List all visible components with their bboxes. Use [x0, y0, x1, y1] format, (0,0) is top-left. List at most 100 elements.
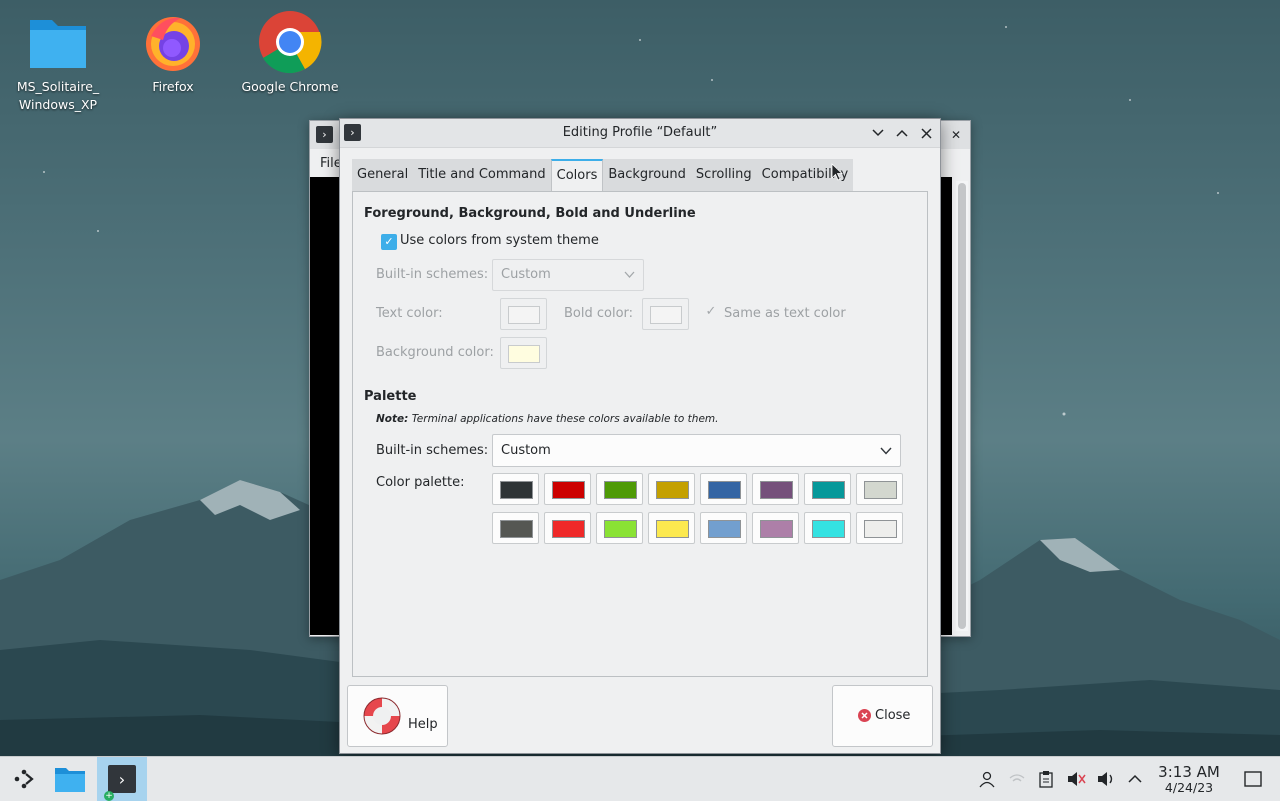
palette-color-button[interactable] [596, 512, 643, 544]
use-system-theme-label: Use colors from system theme [400, 233, 599, 248]
palette-color-button[interactable] [752, 473, 799, 505]
taskbar-file-manager[interactable] [46, 757, 94, 801]
help-label: Help [408, 717, 438, 732]
firefox-icon [141, 10, 205, 74]
desktop-icon-label: Firefox [152, 79, 194, 94]
scrollbar-thumb[interactable] [958, 183, 966, 629]
palette-section-title: Palette [364, 389, 417, 404]
palette-color-button[interactable] [492, 473, 539, 505]
palette-color-button[interactable] [856, 512, 903, 544]
palette-color-button[interactable] [648, 473, 695, 505]
dialog-title: Editing Profile “Default” [562, 125, 718, 140]
palette-color-button[interactable] [804, 512, 851, 544]
color-palette-label: Color palette: [376, 475, 465, 490]
palette-color-swatch [708, 481, 741, 499]
help-button[interactable]: Help [347, 685, 448, 747]
bold-color-swatch [650, 306, 682, 324]
palette-color-button[interactable] [648, 512, 695, 544]
launcher-icon [14, 769, 34, 789]
tray-expand-icon[interactable] [1124, 768, 1146, 790]
minimize-icon[interactable] [868, 123, 888, 143]
close-circle-icon [858, 709, 871, 722]
application-launcher[interactable] [0, 757, 48, 801]
volume-icon[interactable] [1095, 768, 1117, 790]
palette-color-button[interactable] [544, 512, 591, 544]
fg-builtin-schemes-label: Built-in schemes: [376, 267, 489, 282]
desktop-icon-google-chrome[interactable]: Google Chrome [235, 10, 345, 96]
clock[interactable]: 3:13 AM 4/24/23 [1152, 763, 1226, 796]
desktop-icon-label: Windows_XP [18, 97, 98, 112]
palette-color-button[interactable] [804, 473, 851, 505]
palette-note-bold: Note: [376, 413, 409, 425]
clipboard-icon[interactable] [1035, 768, 1057, 790]
tab-title-and-command[interactable]: Title and Command [413, 159, 550, 191]
palette-color-button[interactable] [544, 473, 591, 505]
palette-color-button[interactable] [700, 473, 747, 505]
taskbar-konsole[interactable]: › + [97, 757, 147, 801]
palette-color-swatch [760, 520, 793, 538]
tab-bar: General Title and Command Colors Backgro… [352, 159, 854, 191]
palette-color-swatch [864, 520, 897, 538]
same-as-text-checkbox[interactable]: ✓ [704, 305, 718, 319]
palette-builtin-schemes-value: Custom [501, 443, 551, 458]
close-icon[interactable]: ✕ [946, 125, 966, 145]
fg-builtin-schemes-value: Custom [501, 267, 551, 282]
palette-color-swatch [760, 481, 793, 499]
palette-color-swatch [500, 520, 533, 538]
user-icon[interactable] [976, 768, 998, 790]
palette-color-button[interactable] [752, 512, 799, 544]
palette-color-swatch [708, 520, 741, 538]
network-icon[interactable] [1006, 768, 1028, 790]
palette-color-button[interactable] [596, 473, 643, 505]
scrollbar[interactable] [956, 181, 968, 631]
clock-date: 4/24/23 [1164, 780, 1214, 795]
palette-color-swatch [552, 481, 585, 499]
same-as-text-label: Same as text color [724, 306, 846, 321]
tab-scrolling[interactable]: Scrolling [691, 159, 757, 191]
palette-builtin-schemes-combo[interactable]: Custom [492, 434, 901, 467]
chevron-down-icon [880, 441, 892, 458]
desktop-icon-label: MS_Solitaire_ [16, 79, 100, 94]
chevron-down-icon [624, 266, 635, 282]
desktop-icon-ms-solitaire[interactable]: MS_Solitaire_ Windows_XP [3, 10, 113, 114]
palette-color-swatch [864, 481, 897, 499]
palette-color-swatch [604, 520, 637, 538]
fg-section-title: Foreground, Background, Bold and Underli… [364, 206, 696, 221]
background-color-button[interactable] [500, 337, 547, 369]
palette-color-swatch [604, 481, 637, 499]
mute-icon[interactable] [1065, 768, 1087, 790]
palette-color-button[interactable] [700, 512, 747, 544]
palette-color-swatch [656, 520, 689, 538]
palette-builtin-schemes-label: Built-in schemes: [376, 443, 489, 458]
bold-color-button[interactable] [642, 298, 689, 330]
tab-general[interactable]: General [352, 159, 413, 191]
text-color-swatch [508, 306, 540, 324]
fg-builtin-schemes-combo[interactable]: Custom [492, 259, 644, 291]
text-color-button[interactable] [500, 298, 547, 330]
palette-note-text: Terminal applications have these colors … [411, 413, 719, 425]
use-system-theme-checkbox[interactable]: ✓ [381, 234, 397, 250]
bold-color-label: Bold color: [564, 306, 634, 321]
palette-color-button[interactable] [492, 512, 539, 544]
palette-note: Note: Terminal applications have these c… [376, 413, 718, 425]
help-icon [363, 697, 401, 735]
dialog-titlebar[interactable]: › Editing Profile “Default” [340, 119, 940, 148]
close-label: Close [875, 708, 911, 723]
palette-color-button[interactable] [856, 473, 903, 505]
background-color-label: Background color: [376, 345, 494, 360]
show-desktop-icon[interactable] [1242, 768, 1264, 790]
maximize-icon[interactable] [892, 123, 912, 143]
tab-background[interactable]: Background [603, 159, 691, 191]
folder-icon [55, 768, 85, 792]
chrome-icon [258, 10, 322, 74]
clock-time: 3:13 AM [1158, 763, 1220, 781]
taskbar: › + 3:13 AM 4/24/23 [0, 756, 1280, 801]
colors-panel: Foreground, Background, Bold and Underli… [352, 191, 928, 677]
tab-colors[interactable]: Colors [550, 159, 604, 191]
desktop-icon-firefox[interactable]: Firefox [118, 10, 228, 96]
terminal-icon: › + [104, 765, 136, 801]
close-icon[interactable] [916, 123, 936, 143]
close-button[interactable]: Close [832, 685, 933, 747]
palette-color-swatch [812, 520, 845, 538]
mouse-cursor-icon [831, 163, 843, 181]
